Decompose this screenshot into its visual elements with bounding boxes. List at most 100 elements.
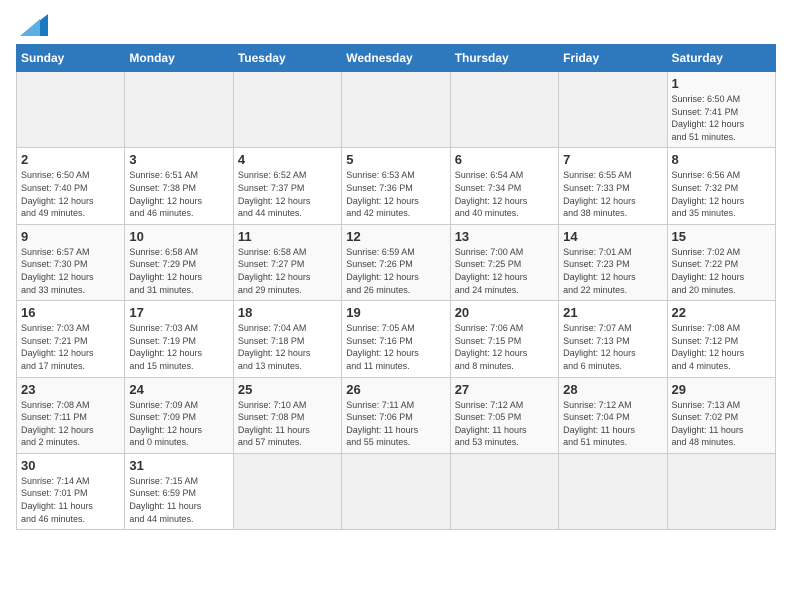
day-number: 23 <box>21 382 120 397</box>
day-info: Sunrise: 6:52 AM Sunset: 7:37 PM Dayligh… <box>238 169 337 219</box>
calendar-cell <box>233 72 341 148</box>
calendar-cell: 31 Sunrise: 7:15 AM Sunset: 6:59 PM Dayli… <box>125 453 233 529</box>
calendar-cell: 3Sunrise: 6:51 AM Sunset: 7:38 PM Daylig… <box>125 148 233 224</box>
day-info: Sunrise: 6:59 AM Sunset: 7:26 PM Dayligh… <box>346 246 445 296</box>
day-number: 12 <box>346 229 445 244</box>
day-number: 22 <box>672 305 771 320</box>
calendar-cell: 6 Sunrise: 6:54 AM Sunset: 7:34 PM Daylig… <box>450 148 558 224</box>
calendar-cell: 22 Sunrise: 7:08 AM Sunset: 7:12 PM Dayli… <box>667 301 775 377</box>
day-number: 18 <box>238 305 337 320</box>
calendar-week-2: 2 Sunrise: 6:50 AM Sunset: 7:40 PM Daylig… <box>17 148 776 224</box>
calendar-cell <box>450 453 558 529</box>
day-info: Sunrise: 7:09 AM Sunset: 7:09 PM Dayligh… <box>129 399 228 449</box>
calendar-cell: 24 Sunrise: 7:09 AM Sunset: 7:09 PM Dayli… <box>125 377 233 453</box>
day-info: Sunrise: 7:05 AM Sunset: 7:16 PM Dayligh… <box>346 322 445 372</box>
weekday-header-wednesday: Wednesday <box>342 45 450 72</box>
calendar-cell: 17 Sunrise: 7:03 AM Sunset: 7:19 PM Dayli… <box>125 301 233 377</box>
calendar-cell: 13 Sunrise: 7:00 AM Sunset: 7:25 PM Dayli… <box>450 224 558 300</box>
day-number: 9 <box>21 229 120 244</box>
day-number: 25 <box>238 382 337 397</box>
day-number: 17 <box>129 305 228 320</box>
calendar-cell <box>342 453 450 529</box>
day-info: Sunrise: 7:14 AM Sunset: 7:01 PM Dayligh… <box>21 475 120 525</box>
day-number: 5 <box>346 152 445 167</box>
weekday-header-sunday: Sunday <box>17 45 125 72</box>
day-info: Sunrise: 7:04 AM Sunset: 7:18 PM Dayligh… <box>238 322 337 372</box>
day-number: 2 <box>21 152 120 167</box>
page-header <box>16 16 776 36</box>
day-number: 31 <box>129 458 228 473</box>
calendar-week-1: 1 Sunrise: 6:50 AM Sunset: 7:41 PM Daylig… <box>17 72 776 148</box>
weekday-header-tuesday: Tuesday <box>233 45 341 72</box>
day-number: 29 <box>672 382 771 397</box>
day-info: Sunrise: 7:12 AM Sunset: 7:05 PM Dayligh… <box>455 399 554 449</box>
calendar-week-3: 9 Sunrise: 6:57 AM Sunset: 7:30 PM Daylig… <box>17 224 776 300</box>
calendar-cell: 7 Sunrise: 6:55 AM Sunset: 7:33 PM Daylig… <box>559 148 667 224</box>
calendar-cell <box>125 72 233 148</box>
calendar-cell <box>233 453 341 529</box>
day-info: Sunrise: 7:01 AM Sunset: 7:23 PM Dayligh… <box>563 246 662 296</box>
day-info: Sunrise: 7:12 AM Sunset: 7:04 PM Dayligh… <box>563 399 662 449</box>
day-info: Sunrise: 6:56 AM Sunset: 7:32 PM Dayligh… <box>672 169 771 219</box>
weekday-header-thursday: Thursday <box>450 45 558 72</box>
day-info: Sunrise: 7:03 AM Sunset: 7:19 PM Dayligh… <box>129 322 228 372</box>
day-number: 7 <box>563 152 662 167</box>
day-number: 3 <box>129 152 228 167</box>
calendar-cell: 19Sunrise: 7:05 AM Sunset: 7:16 PM Dayli… <box>342 301 450 377</box>
calendar-cell <box>342 72 450 148</box>
calendar-cell <box>17 72 125 148</box>
day-info: Sunrise: 7:13 AM Sunset: 7:02 PM Dayligh… <box>672 399 771 449</box>
logo <box>16 16 48 36</box>
calendar-cell <box>559 453 667 529</box>
calendar-cell: 18 Sunrise: 7:04 AM Sunset: 7:18 PM Dayli… <box>233 301 341 377</box>
day-number: 8 <box>672 152 771 167</box>
day-number: 13 <box>455 229 554 244</box>
calendar-cell: 8 Sunrise: 6:56 AM Sunset: 7:32 PM Daylig… <box>667 148 775 224</box>
day-number: 6 <box>455 152 554 167</box>
calendar-cell: 1 Sunrise: 6:50 AM Sunset: 7:41 PM Daylig… <box>667 72 775 148</box>
weekday-header-friday: Friday <box>559 45 667 72</box>
calendar-cell: 23Sunrise: 7:08 AM Sunset: 7:11 PM Dayli… <box>17 377 125 453</box>
calendar-cell: 10Sunrise: 6:58 AM Sunset: 7:29 PM Dayli… <box>125 224 233 300</box>
day-number: 1 <box>672 76 771 91</box>
day-number: 15 <box>672 229 771 244</box>
day-info: Sunrise: 7:02 AM Sunset: 7:22 PM Dayligh… <box>672 246 771 296</box>
calendar-cell <box>667 453 775 529</box>
day-info: Sunrise: 6:50 AM Sunset: 7:41 PM Dayligh… <box>672 93 771 143</box>
calendar-week-5: 23Sunrise: 7:08 AM Sunset: 7:11 PM Dayli… <box>17 377 776 453</box>
calendar-cell: 14 Sunrise: 7:01 AM Sunset: 7:23 PM Dayli… <box>559 224 667 300</box>
day-info: Sunrise: 7:11 AM Sunset: 7:06 PM Dayligh… <box>346 399 445 449</box>
weekday-header-saturday: Saturday <box>667 45 775 72</box>
logo-icon <box>20 14 48 36</box>
calendar-cell: 27 Sunrise: 7:12 AM Sunset: 7:05 PM Dayli… <box>450 377 558 453</box>
calendar-cell: 9 Sunrise: 6:57 AM Sunset: 7:30 PM Daylig… <box>17 224 125 300</box>
day-number: 4 <box>238 152 337 167</box>
calendar-cell: 12 Sunrise: 6:59 AM Sunset: 7:26 PM Dayli… <box>342 224 450 300</box>
calendar-cell: 16Sunrise: 7:03 AM Sunset: 7:21 PM Dayli… <box>17 301 125 377</box>
day-info: Sunrise: 7:03 AM Sunset: 7:21 PM Dayligh… <box>21 322 120 372</box>
day-info: Sunrise: 6:55 AM Sunset: 7:33 PM Dayligh… <box>563 169 662 219</box>
calendar-cell: 15 Sunrise: 7:02 AM Sunset: 7:22 PM Dayli… <box>667 224 775 300</box>
day-number: 14 <box>563 229 662 244</box>
day-number: 10 <box>129 229 228 244</box>
weekday-header-monday: Monday <box>125 45 233 72</box>
day-number: 28 <box>563 382 662 397</box>
day-info: Sunrise: 7:08 AM Sunset: 7:12 PM Dayligh… <box>672 322 771 372</box>
day-info: Sunrise: 7:07 AM Sunset: 7:13 PM Dayligh… <box>563 322 662 372</box>
calendar-week-4: 16Sunrise: 7:03 AM Sunset: 7:21 PM Dayli… <box>17 301 776 377</box>
day-number: 21 <box>563 305 662 320</box>
day-info: Sunrise: 6:50 AM Sunset: 7:40 PM Dayligh… <box>21 169 120 219</box>
day-number: 24 <box>129 382 228 397</box>
day-number: 26 <box>346 382 445 397</box>
day-number: 27 <box>455 382 554 397</box>
day-info: Sunrise: 7:00 AM Sunset: 7:25 PM Dayligh… <box>455 246 554 296</box>
weekday-header-row: SundayMondayTuesdayWednesdayThursdayFrid… <box>17 45 776 72</box>
day-info: Sunrise: 7:15 AM Sunset: 6:59 PM Dayligh… <box>129 475 228 525</box>
day-info: Sunrise: 6:54 AM Sunset: 7:34 PM Dayligh… <box>455 169 554 219</box>
day-info: Sunrise: 6:57 AM Sunset: 7:30 PM Dayligh… <box>21 246 120 296</box>
day-info: Sunrise: 7:10 AM Sunset: 7:08 PM Dayligh… <box>238 399 337 449</box>
day-info: Sunrise: 6:58 AM Sunset: 7:27 PM Dayligh… <box>238 246 337 296</box>
calendar-cell: 29 Sunrise: 7:13 AM Sunset: 7:02 PM Dayli… <box>667 377 775 453</box>
day-number: 11 <box>238 229 337 244</box>
calendar-cell: 21 Sunrise: 7:07 AM Sunset: 7:13 PM Dayli… <box>559 301 667 377</box>
